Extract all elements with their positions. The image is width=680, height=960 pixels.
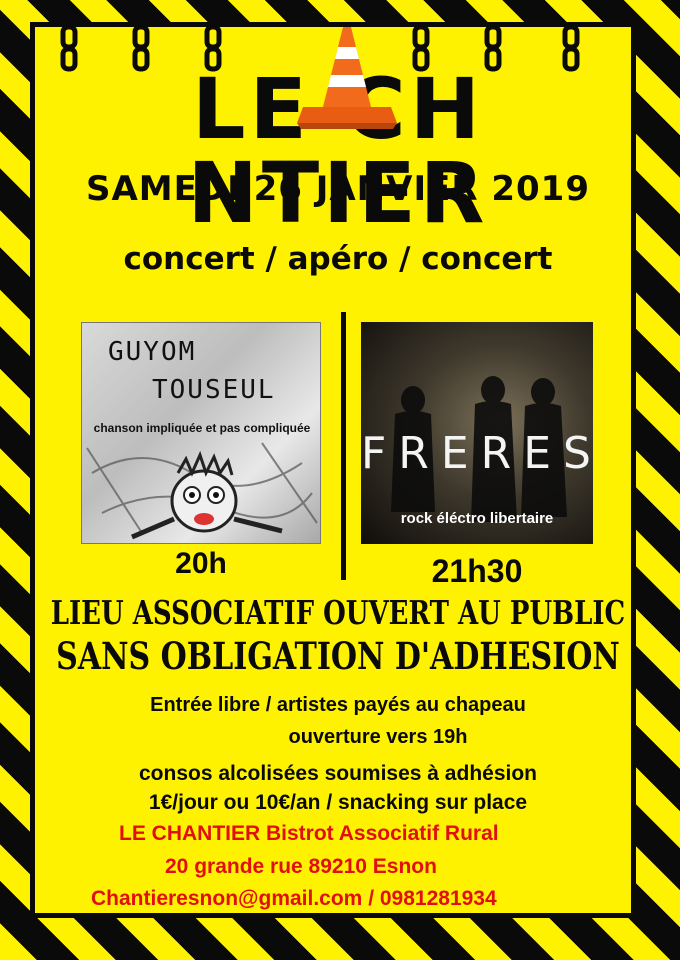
drinks-info: consos alcolisées soumises à adhésion	[138, 762, 537, 785]
artist1-name-line2: TOUSEUL	[152, 375, 276, 405]
artist1-tagline: chanson impliquée et pas compliquée	[93, 421, 311, 435]
contact-name: LE CHANTIER Bistrot Associatif Rural	[119, 822, 499, 845]
poster-panel: LE CH NTIER SAMEDI 26 JANVIER 2019 conce…	[30, 22, 636, 918]
contact-email-phone: Chantieresnon@gmail.com / 0981281934	[91, 887, 497, 910]
artist1-time: 20h	[175, 547, 227, 580]
poster: LE CH NTIER SAMEDI 26 JANVIER 2019 conce…	[0, 0, 680, 960]
prices-info: 1€/jour ou 10€/an / snacking sur place	[148, 791, 528, 814]
event-date: SAMEDI 26 JANVIER 2019	[86, 169, 590, 209]
venue-line1: LIEU ASSOCIATIF OUVERT AU PUBLIC	[50, 595, 626, 633]
event-subtitle: concert / apéro / concert	[123, 241, 553, 277]
vertical-divider	[341, 312, 346, 580]
traffic-cone-icon	[297, 27, 397, 129]
venue-line2: SANS OBLIGATION D'ADHESION	[56, 635, 620, 679]
artist2-photo: FRERES rock éléctro libertaire	[361, 322, 593, 544]
artist1-name-line1: GUYOM	[108, 337, 197, 367]
contact-address: 20 grande rue 89210 Esnon	[165, 855, 437, 878]
artist1-photo: GUYOM TOUSEUL chanson impliquée et pas c…	[81, 322, 321, 544]
artist2-time: 21h30	[431, 553, 523, 589]
artist2-name: FRERES	[361, 428, 593, 479]
artist2-genre: rock éléctro libertaire	[400, 510, 554, 527]
entry-info: Entrée libre / artistes payés au chapeau	[150, 694, 526, 716]
opening-info: ouverture vers 19h	[288, 726, 468, 748]
